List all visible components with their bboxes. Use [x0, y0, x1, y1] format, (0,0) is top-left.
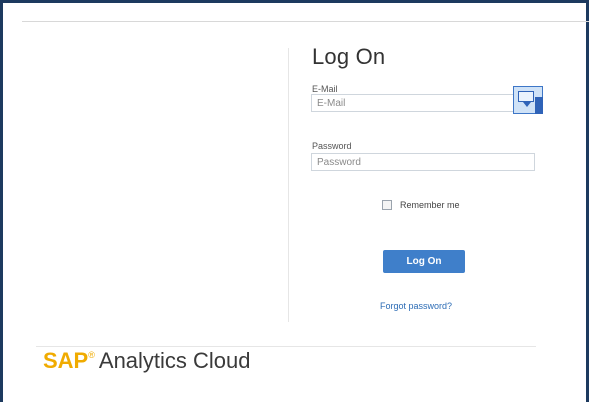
password-field[interactable]: [311, 153, 535, 171]
forgot-password-link[interactable]: Forgot password?: [380, 301, 452, 311]
password-manager-bar: [535, 97, 543, 114]
window-frame-top: [0, 0, 589, 3]
log-on-button[interactable]: Log On: [383, 250, 465, 273]
brand-registered-mark: ®: [88, 350, 95, 360]
brand-sap-text: SAP: [43, 348, 89, 373]
remember-me-control[interactable]: Remember me: [382, 200, 460, 210]
footer-divider: [36, 346, 536, 347]
email-label: E-Mail: [312, 84, 338, 94]
brand-logo: SAP ® Analytics Cloud: [43, 348, 251, 374]
top-divider: [22, 21, 589, 22]
password-manager-icon[interactable]: [513, 86, 543, 114]
password-manager-arrow: [523, 102, 531, 107]
password-manager-screen: [518, 91, 534, 102]
remember-me-label: Remember me: [400, 200, 460, 210]
window-frame-left: [0, 0, 3, 402]
brand-product-name: Analytics Cloud: [98, 348, 251, 373]
email-field[interactable]: [311, 94, 535, 112]
password-label: Password: [312, 141, 352, 151]
remember-me-checkbox[interactable]: [382, 200, 392, 210]
vertical-divider: [288, 48, 289, 322]
page-title: Log On: [312, 44, 386, 69]
